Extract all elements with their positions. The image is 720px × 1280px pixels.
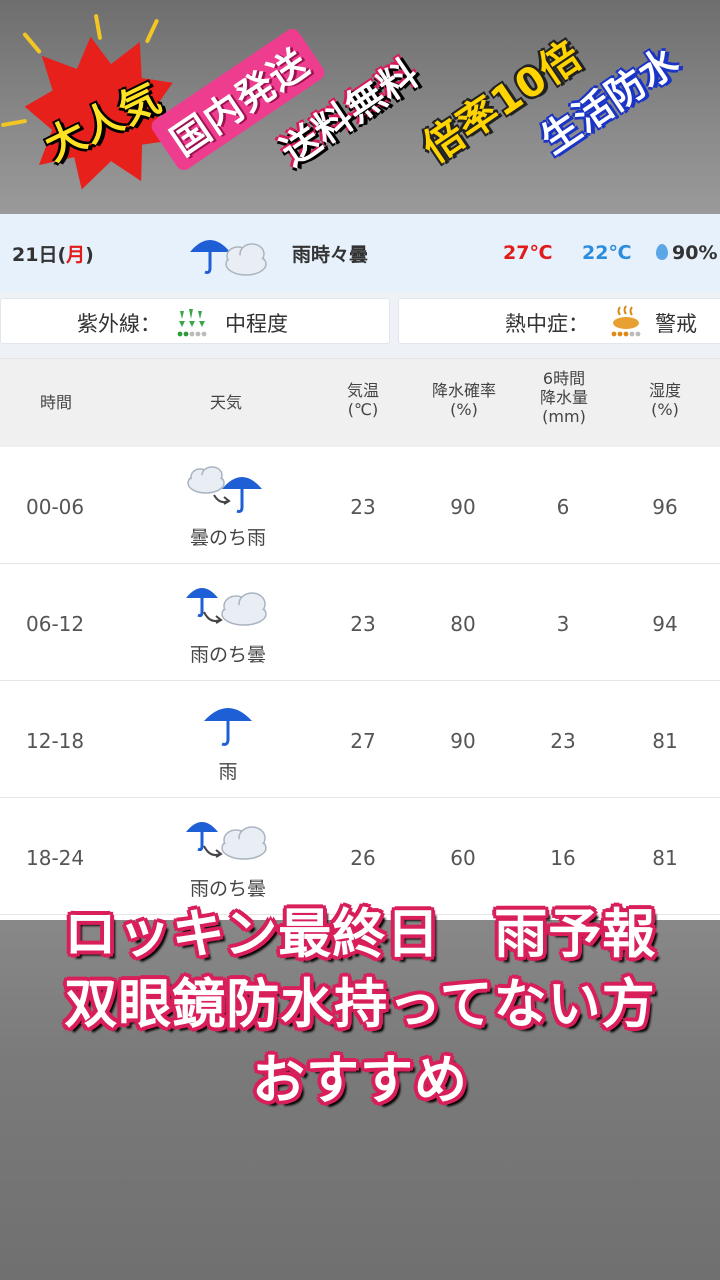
header-time: 時間 [39, 393, 72, 412]
row-time: 12-18 [26, 729, 85, 753]
spark-decoration [93, 13, 103, 41]
header-precip: 6時間 降水量 (mm) [526, 369, 602, 426]
day-condition: 雨時々曇 [292, 243, 369, 266]
uv-index-icon [177, 309, 207, 337]
row-pop: 60 [450, 846, 476, 870]
date-suffix: ) [85, 243, 94, 266]
row-condition: 雨のち曇 [189, 644, 266, 666]
humidity-text: 90% [672, 242, 718, 264]
uv-index-box[interactable]: 紫外線： 中程度 [0, 298, 390, 344]
header-pop-unit: (%) [450, 400, 478, 419]
row-time: 18-24 [26, 846, 85, 870]
header-humidity: 湿度 (%) [630, 381, 700, 419]
row-time: 06-12 [26, 612, 85, 636]
heatstroke-index-icon [611, 305, 641, 337]
table-row[interactable]: 00-06 曇のち雨 23 90 6 96 [0, 447, 720, 564]
row-condition: 曇のち雨 [189, 527, 266, 549]
row-pop: 90 [450, 495, 476, 519]
cloud-then-rain-icon [187, 466, 262, 513]
header-humidity-unit: (%) [651, 400, 679, 419]
heatstroke-value: 警戒 [655, 312, 697, 336]
row-temp: 23 [350, 612, 376, 636]
spark-decoration [22, 31, 42, 55]
row-pop: 80 [450, 612, 476, 636]
table-row[interactable]: 06-12 雨のち曇 23 80 3 94 [0, 564, 720, 681]
caption-line-1: ロッキン最終日 雨予報 [63, 904, 657, 965]
header-temp-label: 気温 [346, 381, 379, 400]
row-precip: 23 [550, 729, 576, 753]
umbrella-icon [204, 708, 252, 746]
weather-panel: 21日(月) 雨時々曇 27℃ 22℃ 90% 紫外線： 中程度 熱中症： 警戒… [0, 214, 720, 920]
header-temp: 気温 (℃) [330, 381, 396, 419]
header-precip-label2: 降水量 [539, 388, 588, 407]
spark-decoration [144, 18, 160, 44]
heatstroke-index-box[interactable]: 熱中症： 警戒 [398, 298, 720, 344]
spark-decoration [0, 118, 28, 128]
caption-line-2: 双眼鏡防水持ってない方 [64, 974, 656, 1035]
promo-banner: 大人気 国内発送 送料無料 倍率10倍 生活防水 [0, 0, 720, 214]
date-prefix: 21日( [12, 243, 67, 266]
row-humidity: 81 [652, 729, 678, 753]
header-temp-unit: (℃) [347, 400, 379, 419]
row-precip: 6 [556, 495, 570, 519]
row-humidity: 94 [652, 612, 678, 636]
header-precip-label1: 6時間 [542, 369, 586, 388]
header-pop: 降水確率 (%) [424, 381, 504, 419]
weekday: 月 [66, 243, 86, 266]
table-row[interactable]: 12-18 雨 27 90 23 81 [0, 681, 720, 798]
rain-then-cloud-icon [186, 588, 267, 626]
humidity-value: 90% [656, 242, 717, 264]
day-date: 21日(月) [12, 240, 94, 267]
rain-then-cloud-icon [186, 822, 267, 860]
forecast-table-header: 時間 天気 気温 (℃) 降水確率 (%) 6時間 降水量 (mm) 湿度 (%) [0, 358, 720, 447]
row-temp: 26 [350, 846, 376, 870]
header-pop-label: 降水確率 [431, 381, 496, 400]
row-pop: 90 [450, 729, 476, 753]
day-summary-bar[interactable]: 21日(月) 雨時々曇 27℃ 22℃ 90% [0, 214, 720, 292]
water-drop-icon [656, 244, 668, 260]
high-temp: 27℃ [503, 242, 553, 264]
index-bar: 紫外線： 中程度 熱中症： 警戒 [0, 292, 720, 358]
row-humidity: 96 [652, 495, 678, 519]
header-humidity-label: 湿度 [648, 381, 681, 400]
row-precip: 3 [556, 612, 570, 636]
row-temp: 27 [350, 729, 376, 753]
rain-then-cloud-icon [190, 240, 267, 276]
uv-label: 紫外線： [77, 312, 161, 336]
row-condition: 雨 [218, 761, 238, 783]
row-humidity: 81 [652, 846, 678, 870]
caption-line-3: おすすめ [252, 1050, 468, 1111]
heatstroke-label: 熱中症： [505, 312, 589, 336]
header-precip-unit: (mm) [542, 407, 586, 426]
uv-value: 中程度 [225, 312, 288, 336]
row-time: 00-06 [26, 495, 85, 519]
header-weather: 天気 [209, 393, 242, 412]
row-temp: 23 [350, 495, 376, 519]
low-temp: 22℃ [582, 242, 632, 264]
row-precip: 16 [550, 846, 576, 870]
